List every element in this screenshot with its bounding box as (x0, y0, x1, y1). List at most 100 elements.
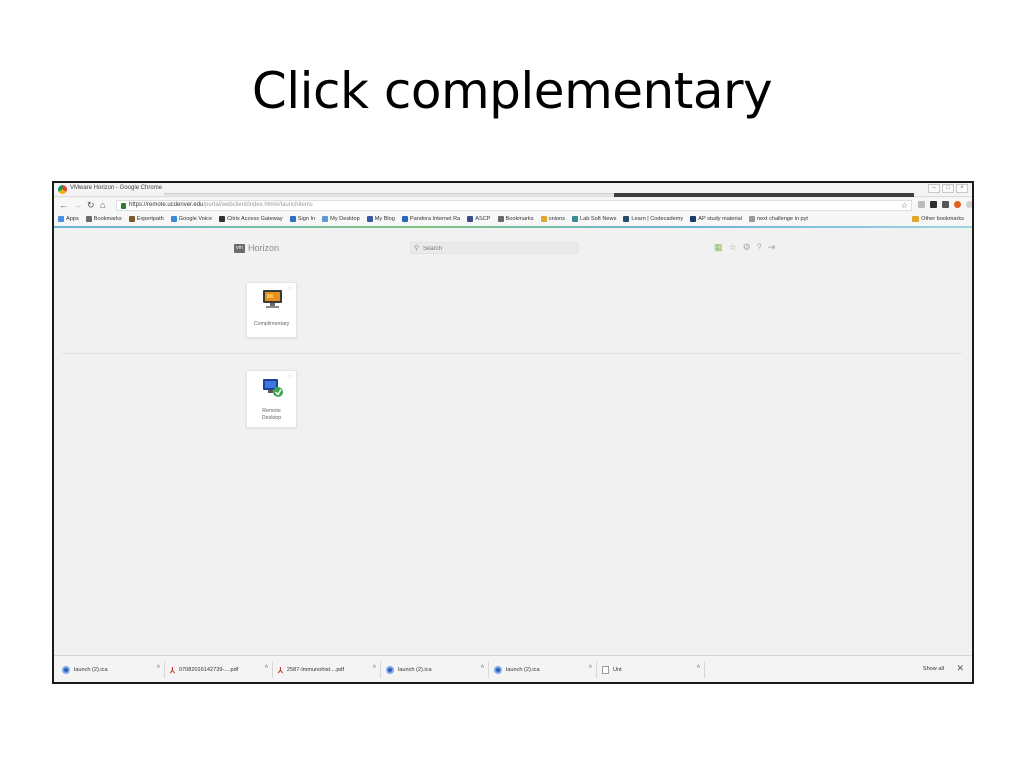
logout-icon[interactable]: ⇥ (768, 242, 776, 252)
bookmark-favicon-icon (219, 216, 226, 222)
bookmark-item[interactable]: My Desktop (322, 216, 360, 222)
download-separator (164, 661, 165, 678)
download-filename: launch (2).ica (398, 667, 432, 673)
extension-icon[interactable] (918, 201, 925, 208)
download-item[interactable]: ⅄ 2587-Immunohist....pdf ^ (278, 663, 376, 677)
download-separator (272, 661, 273, 678)
download-separator (704, 661, 705, 678)
chevron-up-icon[interactable]: ^ (481, 665, 484, 672)
ica-file-icon (494, 666, 502, 674)
reload-icon[interactable]: ↻ (87, 200, 95, 210)
download-item[interactable]: Unt ^ (602, 663, 700, 677)
back-arrow-icon[interactable]: ← (59, 200, 68, 210)
bookmark-item[interactable]: Pandora Internet Ra (401, 216, 460, 222)
app-tile-remote-desktop[interactable]: ☆ Remote Desktop (246, 370, 297, 428)
bookmark-favicon-icon (748, 216, 755, 222)
bookmark-label: Sign In (297, 216, 316, 222)
horizon-brand: Horizon (248, 243, 280, 253)
download-filename: launch (2).ica (74, 667, 108, 673)
window-titlebar: VMware Horizon - Google Chrome – □ × (54, 183, 972, 197)
settings-gear-icon[interactable]: ⚙ (743, 242, 751, 252)
extension-icon[interactable] (966, 201, 972, 208)
bookmark-item[interactable]: ASCP (467, 216, 491, 222)
tab-strip[interactable] (164, 193, 684, 197)
app-tile-complimentary[interactable]: ☆ Complimentary (246, 282, 297, 338)
download-item[interactable]: launch (2).ica ^ (386, 663, 484, 677)
bookmark-label: next challenge in pyt (756, 216, 808, 222)
downloads-bar: launch (2).ica ^ ⅄ 07082016142739-....pdf ^ ⅄… (54, 655, 972, 682)
bookmark-label: Learn | Codecademy (631, 216, 684, 222)
search-box[interactable]: ⚲ (410, 242, 578, 254)
other-bookmarks[interactable]: Other bookmarks (912, 216, 964, 222)
lock-icon (121, 203, 126, 209)
tile-label: Complimentary (253, 321, 290, 327)
download-separator (380, 661, 381, 678)
bookmark-item[interactable]: Bookmarks (497, 216, 534, 222)
bookmark-favicon-icon (128, 216, 135, 222)
home-icon[interactable]: ⌂ (100, 200, 105, 210)
maximize-button[interactable]: □ (942, 184, 954, 193)
favorite-star-icon[interactable]: ☆ (288, 373, 293, 380)
horizon-toolbar: ▦ ☆ ⚙ ? ⇥ (714, 242, 775, 252)
bookmark-item[interactable]: Sign In (289, 216, 316, 222)
chevron-up-icon[interactable]: ^ (697, 665, 700, 672)
bookmark-label: Bookmarks (505, 216, 534, 222)
bookmark-label: ASCP (475, 216, 491, 222)
download-item[interactable]: ⅄ 07082016142739-....pdf ^ (170, 663, 268, 677)
bookmark-label: My Desktop (330, 216, 360, 222)
download-item[interactable]: launch (2).ica ^ (62, 663, 160, 677)
bookmark-favicon-icon (572, 216, 578, 222)
bookmark-label: Citrix Access Gateway (227, 216, 283, 222)
close-window-button[interactable]: × (956, 184, 968, 193)
bookmark-item[interactable]: next challenge in pyt (748, 216, 808, 222)
bookmark-label: Bookmarks (93, 216, 122, 222)
tile-label: Remote (262, 408, 281, 414)
bookmark-favicon-icon (289, 216, 296, 222)
bookmark-item[interactable]: Lab Soft News (572, 216, 616, 222)
help-icon[interactable]: ? (757, 242, 762, 252)
tile-label: Desktop (261, 415, 282, 421)
forward-arrow-icon[interactable]: → (73, 200, 82, 210)
bookmark-favicon-icon (540, 216, 547, 222)
search-input[interactable] (423, 244, 573, 253)
download-filename: Unt (613, 667, 622, 673)
download-item[interactable]: launch (2).ica ^ (494, 663, 592, 677)
ica-file-icon (386, 666, 394, 674)
close-icon[interactable]: ✕ (956, 663, 964, 674)
bookmark-favicon-icon (690, 216, 697, 222)
bookmark-favicon-icon (401, 216, 408, 222)
download-filename: 2587-Immunohist....pdf (286, 667, 345, 673)
bookmark-list: Apps Bookmarks Expertpath Google Voice Citri… (58, 216, 808, 222)
chevron-up-icon[interactable]: ^ (373, 665, 376, 672)
extension-icons: ⋮ (918, 201, 972, 208)
bookmark-favicon-icon (85, 216, 92, 222)
bookmark-item[interactable]: onions (540, 216, 565, 222)
favorites-star-icon[interactable]: ☆ (729, 242, 737, 252)
url-input[interactable]: https://remote.ucdenver.edu/portal/webcl… (116, 200, 912, 211)
show-all-link[interactable]: Show all (923, 666, 944, 672)
minimize-button[interactable]: – (928, 184, 940, 193)
grid-view-icon[interactable]: ▦ (714, 242, 723, 252)
bookmark-star-icon[interactable]: ☆ (901, 201, 908, 210)
address-bar-row: ← → ↻ ⌂ https://remote.ucdenver.edu/port… (54, 198, 972, 213)
vmware-badge-icon: vm (234, 243, 245, 253)
extension-icon[interactable] (942, 201, 949, 208)
chevron-up-icon[interactable]: ^ (157, 665, 160, 672)
extension-icon[interactable] (954, 201, 961, 208)
folder-icon (912, 216, 920, 222)
bookmark-item[interactable]: My Blog (366, 216, 395, 222)
bookmark-item[interactable]: Google Voice (170, 216, 212, 222)
tab-strip-dark (614, 193, 914, 197)
bookmark-item[interactable]: Expertpath (128, 216, 164, 222)
chevron-up-icon[interactable]: ^ (265, 665, 268, 672)
bookmark-item[interactable]: Apps (58, 216, 79, 222)
bookmark-item[interactable]: Bookmarks (85, 216, 122, 222)
chevron-up-icon[interactable]: ^ (589, 665, 592, 672)
bookmark-item[interactable]: Learn | Codecademy (623, 216, 683, 222)
bookmark-item[interactable]: Citrix Access Gateway (219, 216, 283, 222)
window-title: VMware Horizon - Google Chrome (70, 185, 163, 191)
bookmark-favicon-icon (467, 216, 474, 222)
favorite-star-icon[interactable]: ☆ (288, 285, 293, 292)
bookmark-item[interactable]: AP study material (690, 216, 742, 222)
extension-icon[interactable] (930, 201, 937, 208)
